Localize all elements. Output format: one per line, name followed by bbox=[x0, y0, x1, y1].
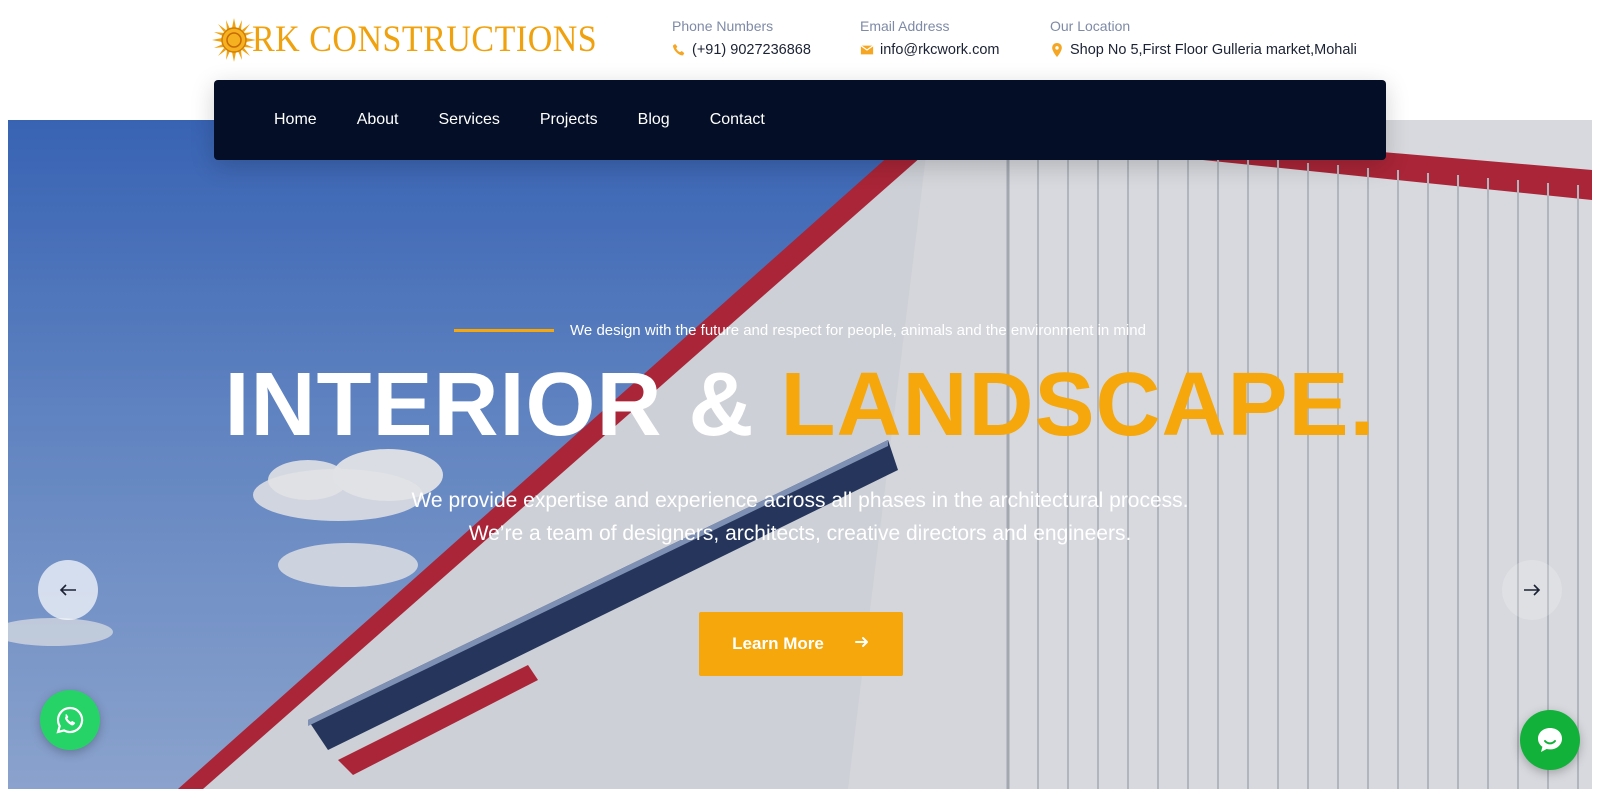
hero-description-line2: We’re a team of designers, architects, c… bbox=[468, 522, 1132, 545]
contact-phone-value: (+91) 9027236868 bbox=[692, 42, 811, 58]
contact-phone-value-row[interactable]: (+91) 9027236868 bbox=[672, 42, 811, 58]
contact-email-value: info@rkcwork.com bbox=[880, 42, 1000, 58]
site-header: RK CONSTRUCTIONS Phone Numbers (+91) 902… bbox=[0, 0, 1600, 80]
headline-accent-part: LANDSCAPE. bbox=[780, 355, 1376, 455]
live-chat-button[interactable] bbox=[1520, 710, 1580, 770]
nav-item-home[interactable]: Home bbox=[274, 111, 317, 129]
map-pin-icon bbox=[1052, 43, 1062, 57]
hero-slider: We design with the future and respect fo… bbox=[8, 120, 1592, 789]
contact-phone: Phone Numbers (+91) 9027236868 bbox=[672, 18, 811, 58]
arrow-right-icon bbox=[854, 634, 870, 655]
contact-location-value: Shop No 5,First Floor Gulleria market,Mo… bbox=[1070, 42, 1357, 58]
whatsapp-button[interactable] bbox=[40, 690, 100, 750]
sun-logo-icon bbox=[212, 18, 256, 62]
whatsapp-icon bbox=[56, 706, 84, 734]
contact-location: Our Location Shop No 5,First Floor Gulle… bbox=[1050, 18, 1357, 58]
nav-item-services[interactable]: Services bbox=[439, 111, 500, 129]
slider-next-button[interactable] bbox=[1502, 560, 1562, 620]
tagline-accent-line bbox=[454, 329, 555, 332]
brand-name: RK CONSTRUCTIONS bbox=[252, 19, 598, 60]
headline-white-part: INTERIOR & bbox=[224, 355, 781, 455]
slider-prev-button[interactable] bbox=[38, 560, 98, 620]
brand-logo[interactable]: RK CONSTRUCTIONS bbox=[212, 16, 597, 64]
contact-phone-label: Phone Numbers bbox=[672, 18, 774, 34]
learn-more-label: Learn More bbox=[732, 634, 824, 653]
contact-email-value-row[interactable]: info@rkcwork.com bbox=[860, 42, 999, 58]
phone-icon bbox=[672, 44, 685, 56]
nav-item-projects[interactable]: Projects bbox=[540, 111, 598, 129]
hero-description-line1: We provide expertise and experience acro… bbox=[411, 489, 1189, 512]
contact-email: Email Address info@rkcwork.com bbox=[860, 18, 999, 58]
arrow-left-icon bbox=[59, 577, 77, 603]
nav-item-about[interactable]: About bbox=[357, 111, 399, 129]
chat-bubble-icon bbox=[1538, 728, 1562, 752]
learn-more-button[interactable]: Learn More bbox=[699, 612, 903, 676]
hero-tagline: We design with the future and respect fo… bbox=[570, 322, 1146, 339]
contact-location-value-row[interactable]: Shop No 5,First Floor Gulleria market,Mo… bbox=[1050, 42, 1357, 58]
hero-tagline-row: We design with the future and respect fo… bbox=[8, 322, 1592, 339]
envelope-icon bbox=[860, 45, 874, 55]
hero-description: We provide expertise and experience acro… bbox=[8, 484, 1592, 550]
contact-email-label: Email Address bbox=[860, 18, 950, 34]
hero-headline: INTERIOR & LANDSCAPE. bbox=[8, 360, 1592, 450]
nav-item-contact[interactable]: Contact bbox=[710, 111, 765, 129]
nav-item-blog[interactable]: Blog bbox=[638, 111, 670, 129]
main-navigation: Home About Services Projects Blog Contac… bbox=[214, 80, 1386, 160]
arrow-right-icon bbox=[1523, 577, 1541, 603]
contact-location-label: Our Location bbox=[1050, 18, 1131, 34]
